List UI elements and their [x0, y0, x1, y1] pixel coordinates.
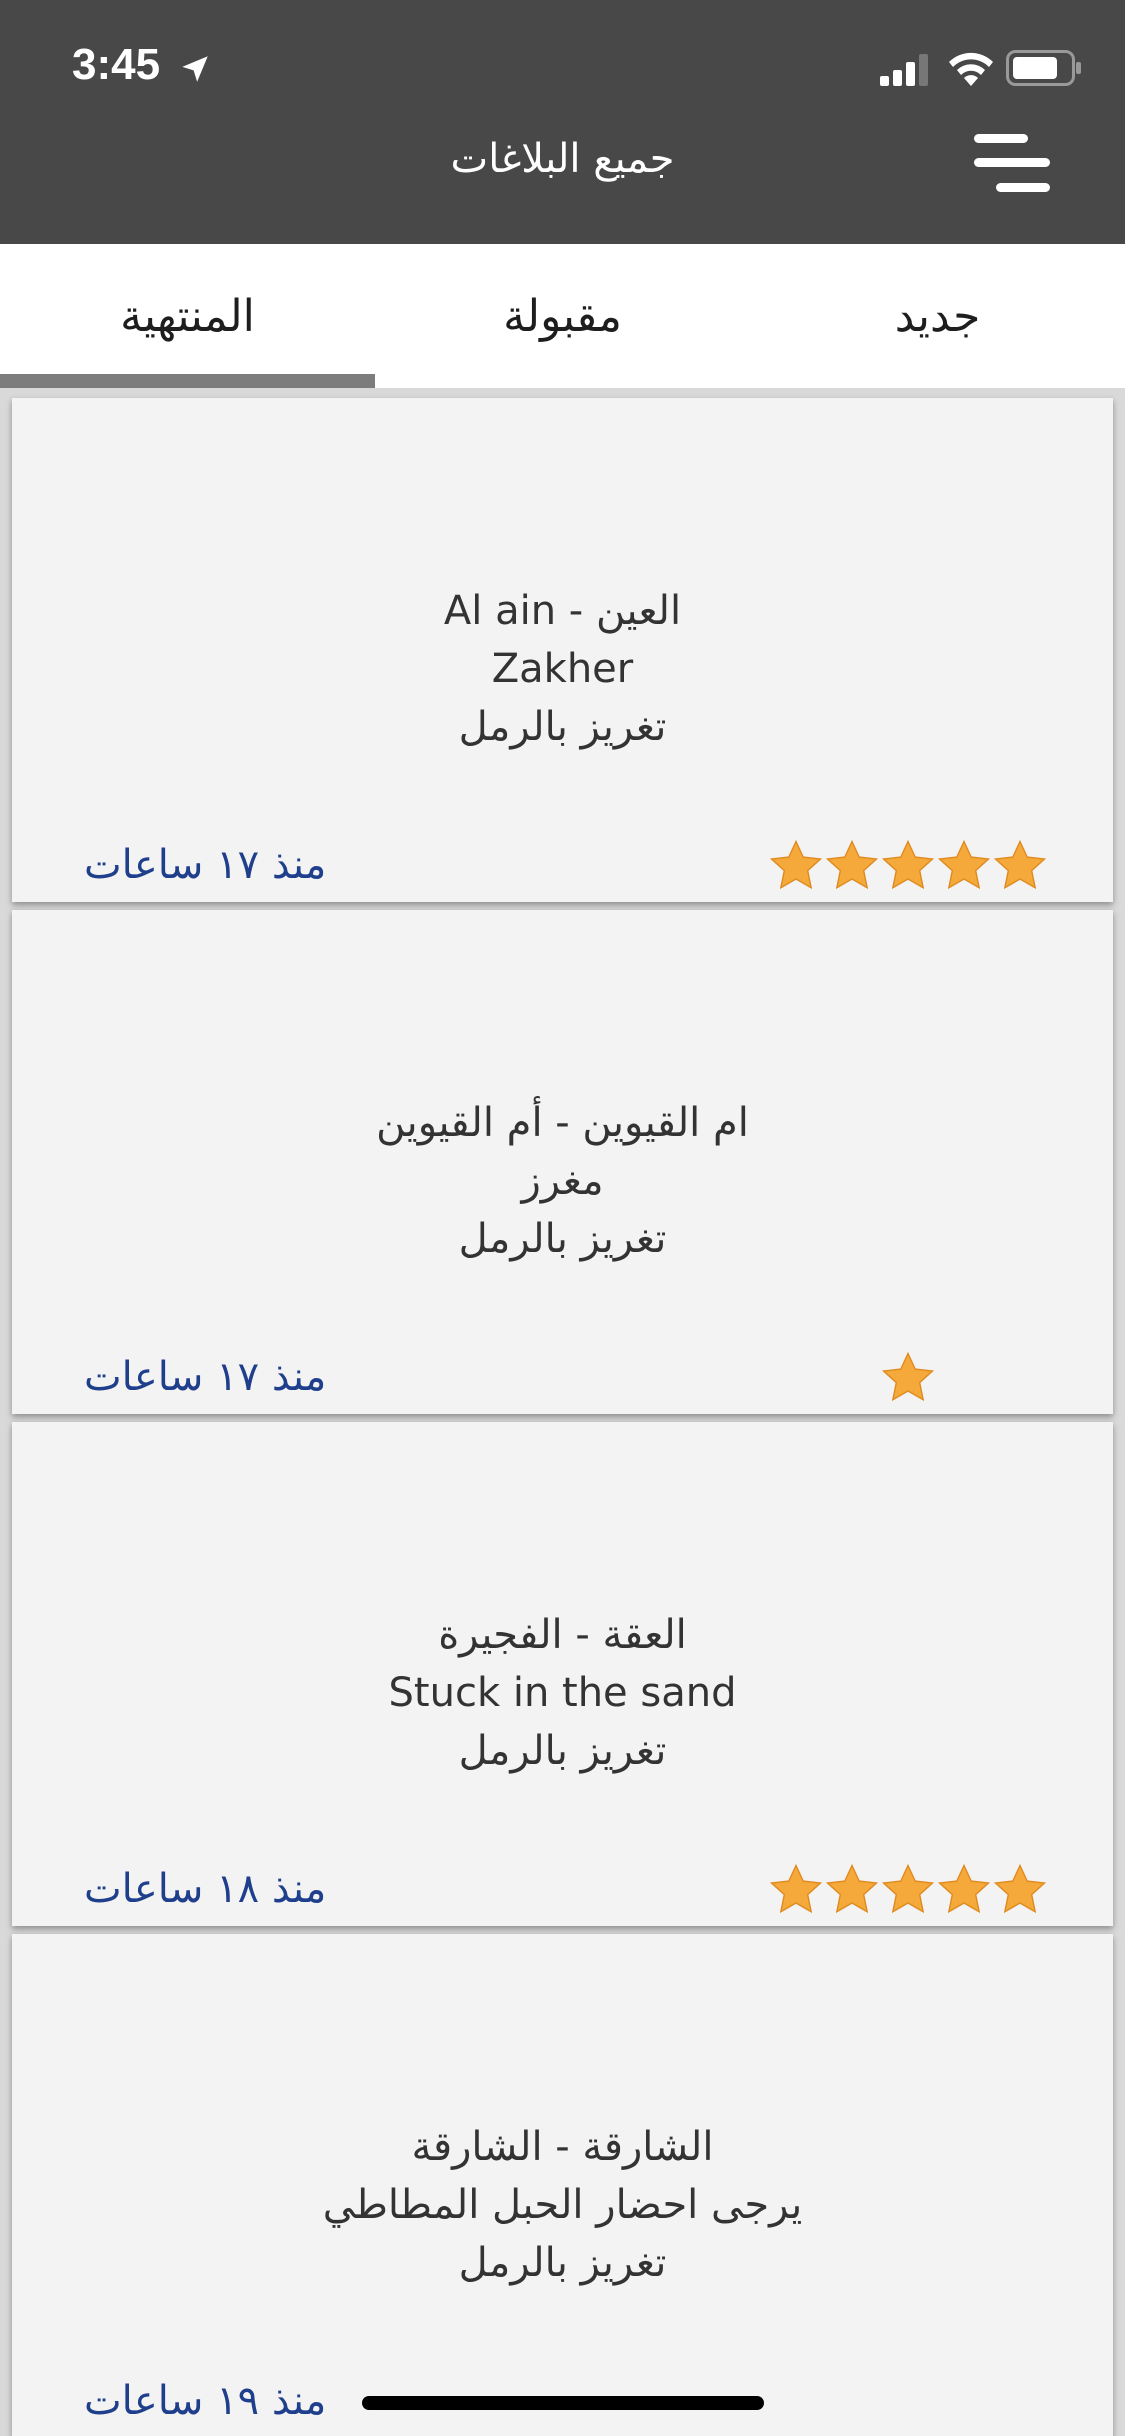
star-icon [825, 1863, 879, 1914]
status-time: 3:45 [72, 40, 161, 89]
star-icon [937, 839, 991, 890]
star-icon [825, 839, 879, 890]
report-card[interactable]: الشارقة - الشارقة يرجى احضار الحبل المطا… [12, 1934, 1113, 2436]
report-card[interactable]: العقة - الفجيرة Stuck in the sand تغريز … [12, 1422, 1113, 1926]
rating-stars [768, 1862, 1048, 1922]
report-details: ام القيوين - أم القيوين مغرز تغريز بالرم… [12, 1094, 1113, 1268]
star-icon [937, 1863, 991, 1914]
rating-stars [880, 1350, 936, 1410]
reports-list[interactable]: العين - Al ain Zakher تغريز بالرمل منذ ١… [0, 388, 1125, 2436]
star-icon [881, 1863, 935, 1914]
tab-new[interactable]: جديد [750, 244, 1125, 388]
report-card[interactable]: ام القيوين - أم القيوين مغرز تغريز بالرم… [12, 910, 1113, 1414]
report-card[interactable]: العين - Al ain Zakher تغريز بالرمل منذ ١… [12, 398, 1113, 902]
report-service: تغريز بالرمل [458, 2240, 667, 2286]
report-location: العقة - الفجيرة [438, 1612, 687, 1658]
signal-icon [880, 54, 928, 86]
hamburger-menu-icon[interactable] [970, 130, 1054, 196]
report-description: يرجى احضار الحبل المطاطي [322, 2182, 803, 2228]
report-description: Stuck in the sand [388, 1670, 737, 1716]
tab-accepted[interactable]: مقبولة [375, 244, 750, 388]
page-title: جميع البلاغات [450, 136, 675, 182]
tab-accepted-label: مقبولة [503, 290, 622, 342]
app-header: 3:45 جميع البلاغات [0, 0, 1125, 244]
report-details: العين - Al ain Zakher تغريز بالرمل [12, 582, 1113, 756]
tab-finished-label: المنتهية [120, 290, 255, 342]
report-time: منذ ١٨ ساعات [84, 1866, 327, 1912]
tab-new-label: جديد [894, 290, 981, 342]
star-icon [993, 839, 1047, 890]
star-icon [769, 1863, 823, 1914]
wifi-icon [949, 52, 993, 86]
star-icon [769, 839, 823, 890]
report-details: الشارقة - الشارقة يرجى احضار الحبل المطا… [12, 2118, 1113, 2292]
active-tab-indicator [0, 374, 375, 388]
status-tabs: جديد مقبولة المنتهية [0, 244, 1125, 388]
report-location: العين - Al ain [443, 588, 682, 634]
report-location: الشارقة - الشارقة [411, 2124, 714, 2170]
report-time: منذ ١٧ ساعات [84, 1354, 327, 1400]
report-service: تغريز بالرمل [458, 1728, 667, 1774]
star-icon [881, 839, 935, 890]
report-service: تغريز بالرمل [458, 704, 667, 750]
report-description: مغرز [521, 1158, 604, 1204]
report-time: منذ ١٧ ساعات [84, 842, 327, 888]
location-arrow-icon [182, 56, 208, 82]
tab-finished[interactable]: المنتهية [0, 244, 375, 388]
report-time: منذ ١٩ ساعات [84, 2378, 327, 2424]
star-icon [993, 1863, 1047, 1914]
home-indicator [362, 2396, 764, 2410]
rating-stars [768, 838, 1048, 898]
report-details: العقة - الفجيرة Stuck in the sand تغريز … [12, 1606, 1113, 1780]
battery-icon [1006, 50, 1081, 86]
report-description: Zakher [491, 646, 634, 692]
report-service: تغريز بالرمل [458, 1216, 667, 1262]
report-location: ام القيوين - أم القيوين [376, 1100, 749, 1146]
star-icon [881, 1351, 935, 1402]
